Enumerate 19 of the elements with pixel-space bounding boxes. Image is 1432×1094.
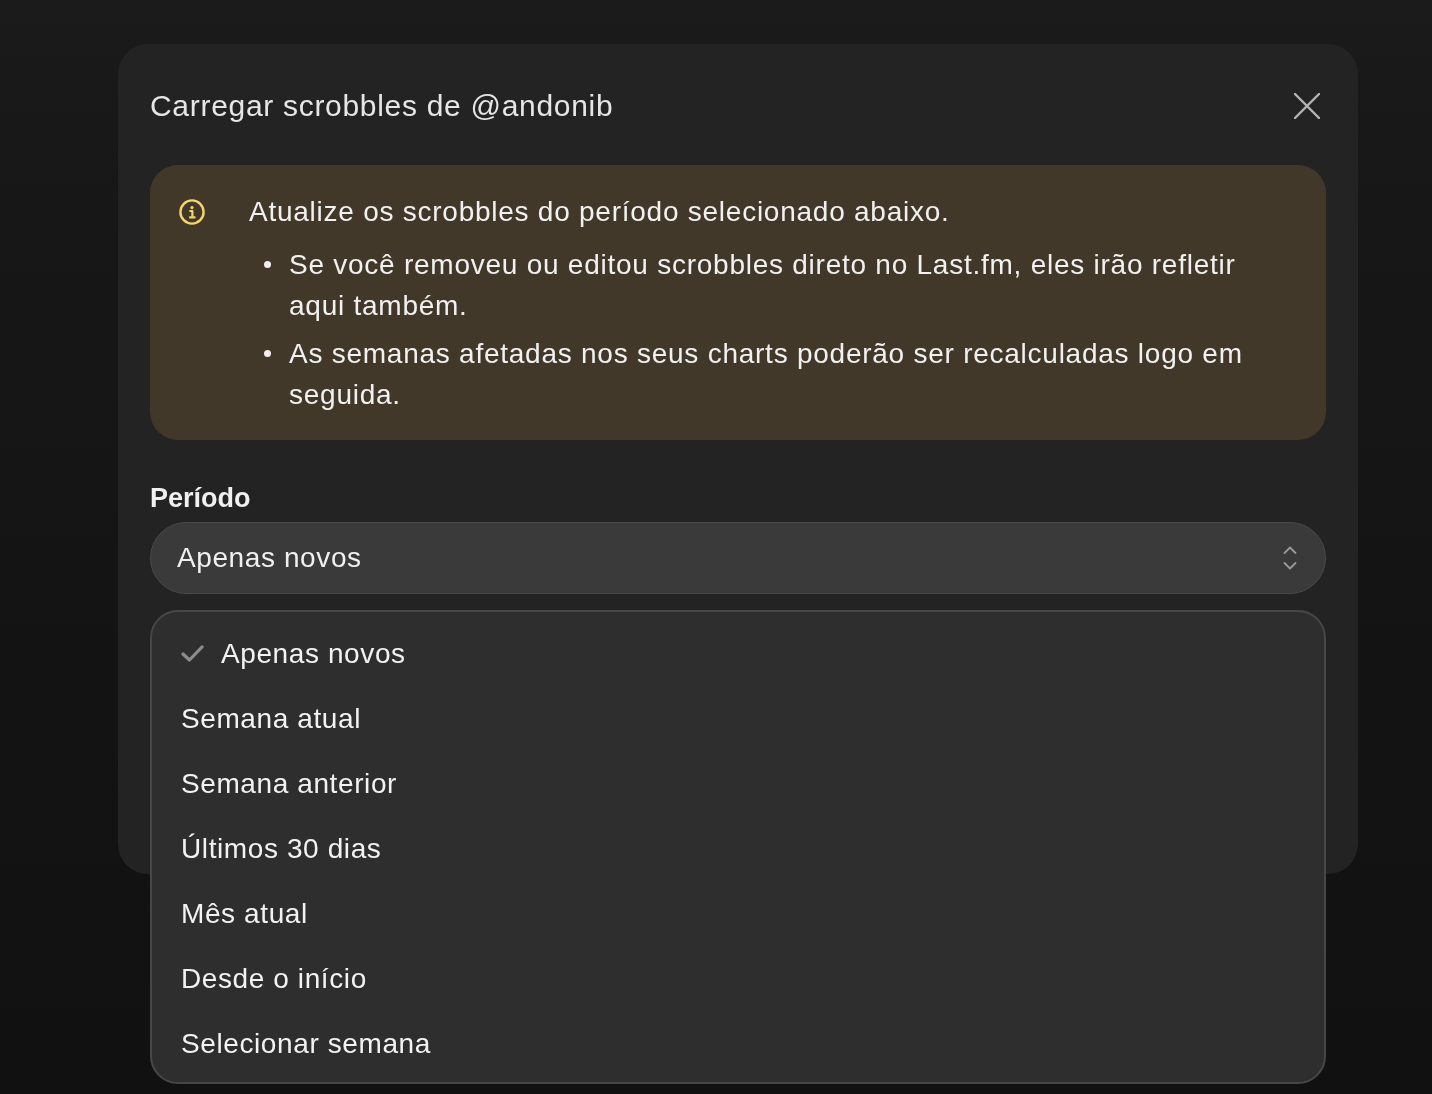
notice-point: As semanas afetadas nos seus charts poderão ser recalculadas logo em seguida. bbox=[289, 337, 1244, 412]
dropdown-option[interactable]: Semana atual bbox=[152, 686, 1324, 751]
dropdown-option[interactable]: Desde o início bbox=[152, 946, 1324, 1011]
dialog-title: Carregar scrobbles de @andonib bbox=[150, 88, 614, 124]
info-icon bbox=[179, 199, 205, 225]
dropdown-option[interactable]: Selecionar semana bbox=[152, 1011, 1324, 1076]
dropdown-option[interactable]: Últimos 30 dias bbox=[152, 816, 1324, 881]
bullet-icon bbox=[264, 350, 271, 357]
close-icon bbox=[1294, 93, 1320, 119]
close-button[interactable] bbox=[1293, 92, 1321, 120]
dropdown-option[interactable]: Mês atual bbox=[152, 881, 1324, 946]
field-label: Período bbox=[150, 482, 251, 515]
dropdown-option[interactable]: Semana anterior bbox=[152, 751, 1324, 816]
dropdown-option[interactable]: Apenas novos bbox=[152, 621, 1324, 686]
bullet-icon bbox=[264, 261, 271, 268]
notice-heading: Atualize os scrobbles do período selecionado abaixo. bbox=[249, 195, 950, 229]
chevron-up-down-icon bbox=[1283, 545, 1297, 571]
period-select[interactable]: Apenas novos bbox=[150, 522, 1326, 594]
notice-point: Se você removeu ou editou scrobbles direto no Last.fm, eles irão refletir aqui também. bbox=[289, 248, 1237, 323]
